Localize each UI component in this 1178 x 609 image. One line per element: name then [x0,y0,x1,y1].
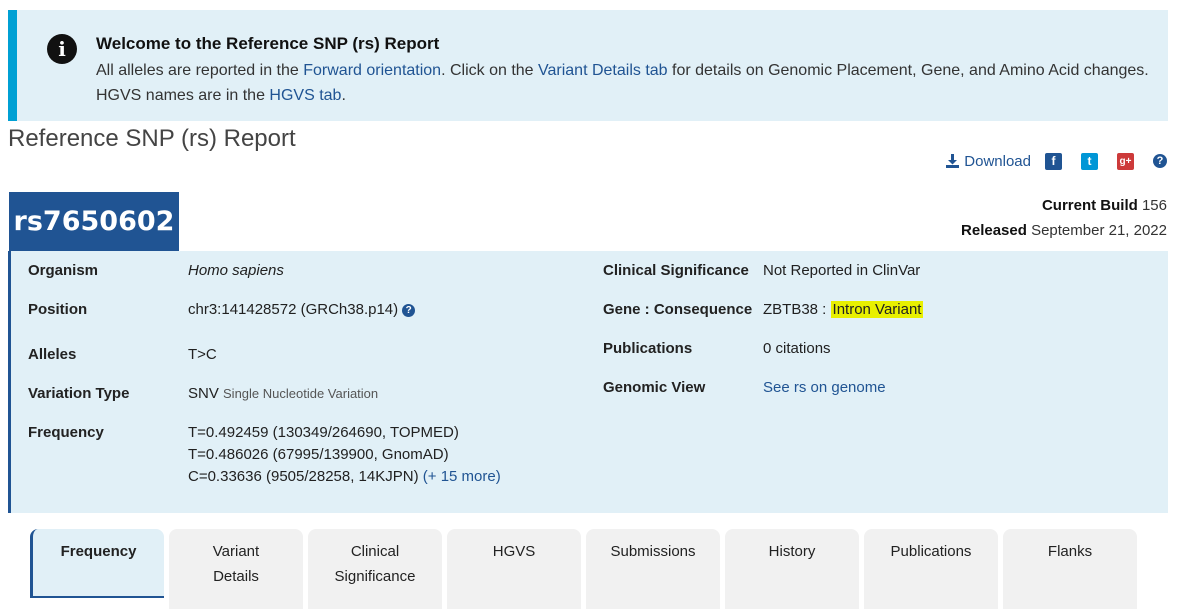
tab-history[interactable]: History [725,529,859,609]
position-value: chr3:141428572 (GRCh38.p14)? [188,299,416,321]
current-build-value: 156 [1141,197,1167,214]
tab-label: Clinical [350,543,400,560]
released-date: Released September 21, 2022 [961,218,1167,243]
organism-name: Homo sapiens [188,262,284,279]
help-icon[interactable]: ? [1153,154,1167,168]
variation-type-desc: Single Nucleotide Variation [223,386,379,401]
hgvs-tab-link[interactable]: HGVS tab [269,87,341,104]
tab-label: Publications [890,543,972,560]
info-icon: i [47,34,77,64]
tab-label-line-2: Significance [334,568,416,585]
google-plus-icon[interactable]: g+ [1117,152,1134,170]
gene-name: ZBTB38 : [763,301,827,318]
publications-label: Publications [603,340,693,357]
alleles-value: T>C [188,346,217,363]
banner-title: Welcome to the Reference SNP (rs) Report [96,34,440,53]
tab-publications[interactable]: Publications [864,529,998,609]
variation-type-value: SNV Single Nucleotide Variation [188,383,378,405]
position-help-icon[interactable]: ? [402,304,416,317]
tab-label: Flanks [1047,543,1093,560]
organism-value: Homo sapiens [188,260,284,282]
frequency-line-3: C=0.33636 (9505/28258, 14KJPN) (+ 15 mor… [188,466,501,488]
variant-summary: Organism Homo sapiens Position chr3:1414… [8,251,1168,513]
gene-consequence-label: Gene : Consequence [603,301,753,318]
frequency-more-link[interactable]: (+ 15 more) [423,468,501,485]
frequency-line: C=0.33636 (9505/28258, 14KJPN) [188,468,419,485]
clinical-significance-label: Clinical Significance [603,262,749,279]
frequency-values: T=0.492459 (130349/264690, TOPMED) T=0.4… [188,422,501,488]
download-button[interactable]: Download [945,153,1031,170]
tab-label: Variant [212,543,260,560]
gene-consequence-value: ZBTB38 : Intron Variant [763,299,924,321]
tab-label: Submissions [610,543,696,560]
genomic-view-label: Genomic View [603,379,706,396]
position-label: Position [28,301,88,318]
tab-label: Frequency [60,543,137,560]
banner-text: All alleles are reported in the Forward … [96,58,1156,108]
twitter-icon[interactable]: t [1081,152,1098,170]
released-value: September 21, 2022 [1031,222,1167,239]
tab-flanks[interactable]: Flanks [1003,529,1137,609]
tab-submissions[interactable]: Submissions [586,529,720,609]
tab-label-line-2: Details [213,568,259,585]
tab-frequency[interactable]: Frequency [30,529,164,598]
frequency-line: T=0.492459 (130349/264690, TOPMED) [188,424,459,441]
rs-id-badge: rs7650602 [9,192,179,251]
clinical-significance-value: Not Reported in ClinVar [763,262,921,279]
download-label: Download [964,152,1031,170]
released-label: Released [961,222,1027,239]
alleles-label: Alleles [28,346,77,363]
frequency-line: T=0.486026 (67995/139900, GnomAD) [188,446,449,463]
tab-variant-details[interactable]: Variant Details [169,529,303,609]
banner-text-2: . Click on the [441,62,539,79]
build-info: Current Build 156 Released September 21,… [961,193,1167,243]
variation-type-code: SNV [188,385,219,402]
forward-orientation-link[interactable]: Forward orientation [303,62,441,79]
see-rs-on-genome-link[interactable]: See rs on genome [763,377,886,399]
consequence-highlight: Intron Variant [830,301,924,318]
report-toolbar: Download f t g+ ? [945,150,1167,172]
tab-clinical-significance[interactable]: Clinical Significance [308,529,442,609]
download-icon [946,154,960,168]
position-text: chr3:141428572 (GRCh38.p14) [188,301,399,318]
frequency-label: Frequency [28,424,104,441]
organism-label: Organism [28,262,99,279]
banner-text-4: . [341,87,346,104]
tab-label: History [768,543,816,560]
publications-value: 0 citations [763,340,831,357]
welcome-banner: i Welcome to the Reference SNP (rs) Repo… [8,10,1168,121]
tab-hgvs[interactable]: HGVS [447,529,581,609]
current-build-label: Current Build [1041,197,1138,214]
variation-type-label: Variation Type [28,385,130,402]
facebook-icon[interactable]: f [1045,152,1062,170]
page-title: Reference SNP (rs) Report [8,125,296,152]
tab-label: HGVS [492,543,536,560]
banner-text-1: All alleles are reported in the [96,62,304,79]
current-build: Current Build 156 [961,193,1167,218]
variant-details-tab-link[interactable]: Variant Details tab [538,62,668,79]
